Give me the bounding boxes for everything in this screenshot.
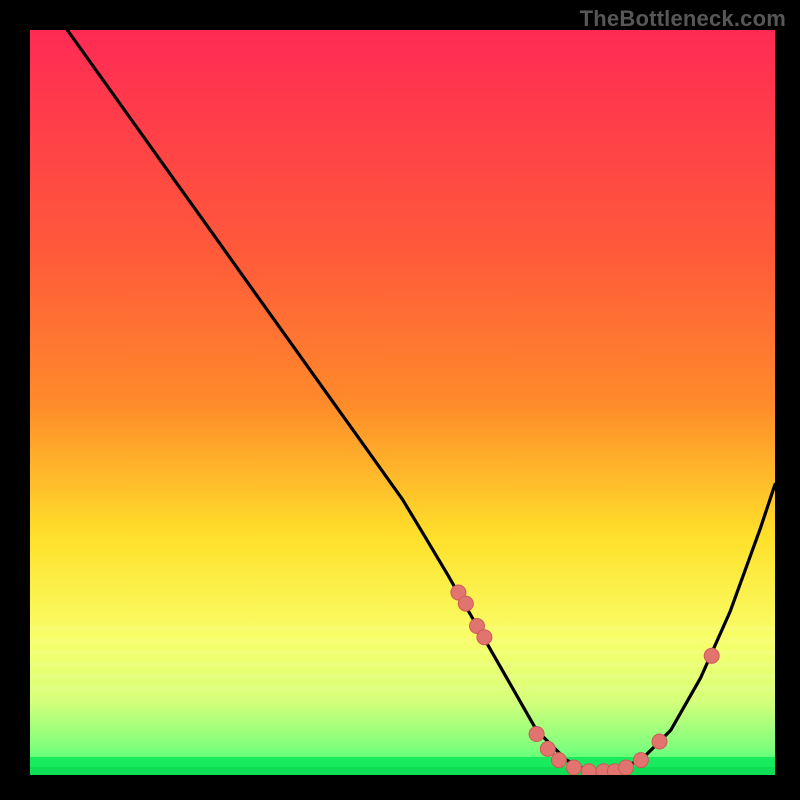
chart-frame: TheBottleneck.com <box>0 0 800 800</box>
watermark-label: TheBottleneck.com <box>580 6 786 32</box>
chart-svg <box>30 30 775 775</box>
plot-area <box>30 30 775 775</box>
